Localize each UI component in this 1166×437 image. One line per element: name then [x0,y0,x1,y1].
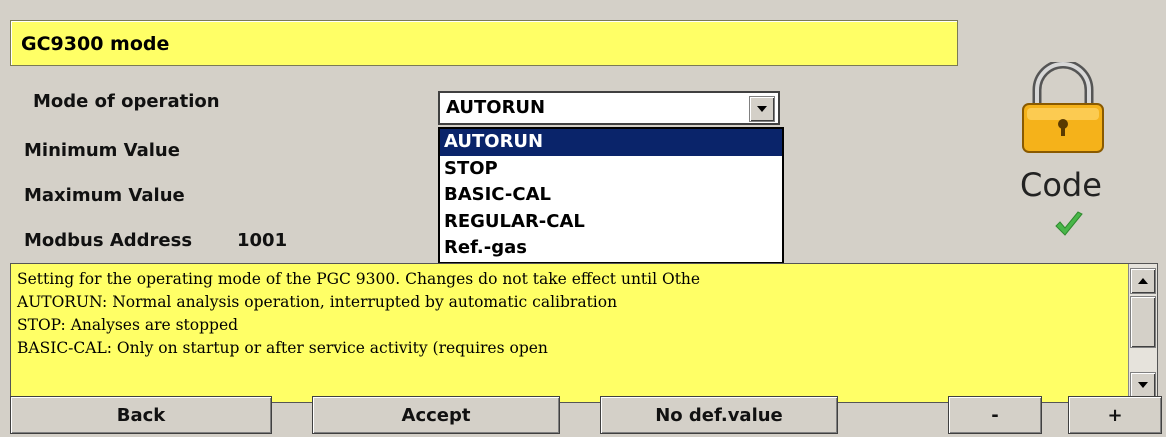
chevron-down-icon [757,106,767,112]
description-line: AUTORUN: Normal analysis operation, inte… [17,293,618,311]
mode-of-operation-label: Mode of operation [33,91,220,112]
no-default-value-button[interactable]: No def.value [600,396,838,434]
chevron-up-icon [1138,278,1148,284]
scroll-down-button[interactable] [1130,372,1156,398]
description-line: Setting for the operating mode of the PG… [17,270,701,288]
scroll-thumb[interactable] [1130,296,1156,348]
description-line: STOP: Analyses are stopped [17,316,239,334]
description-line: BASIC-CAL: Only on startup or after serv… [17,339,548,357]
option-basic-cal[interactable]: BASIC-CAL [440,182,782,209]
code-label: Code [1020,166,1102,204]
option-regular-cal[interactable]: REGULAR-CAL [440,209,782,236]
checkmark-icon [1055,211,1083,236]
modbus-address-label: Modbus Address [24,230,193,251]
modbus-address-value: 1001 [237,230,288,251]
scroll-up-button[interactable] [1130,268,1156,294]
accept-button[interactable]: Accept [312,396,560,434]
back-button[interactable]: Back [10,396,272,434]
option-stop[interactable]: STOP [440,156,782,183]
mode-select-value: AUTORUN [446,97,546,118]
minimum-value-label: Minimum Value [24,140,180,161]
maximum-value-label: Maximum Value [24,185,185,206]
description-scrollbar[interactable] [1128,264,1157,402]
mode-title-bar: GC9300 mode [10,20,958,66]
decrement-button[interactable]: - [948,396,1042,434]
mode-select[interactable]: AUTORUN [438,91,780,125]
description-text: Setting for the operating mode of the PG… [11,264,1127,402]
mode-dropdown-list: AUTORUN STOP BASIC-CAL REGULAR-CAL Ref.-… [438,127,784,264]
description-box[interactable]: Setting for the operating mode of the PG… [10,263,1158,403]
option-autorun[interactable]: AUTORUN [440,129,782,156]
padlock-icon[interactable] [1015,62,1111,154]
chevron-down-icon [1138,382,1148,388]
dropdown-arrow-button[interactable] [749,96,775,122]
option-ref-gas[interactable]: Ref.-gas [440,235,782,262]
increment-button[interactable]: + [1068,396,1162,434]
